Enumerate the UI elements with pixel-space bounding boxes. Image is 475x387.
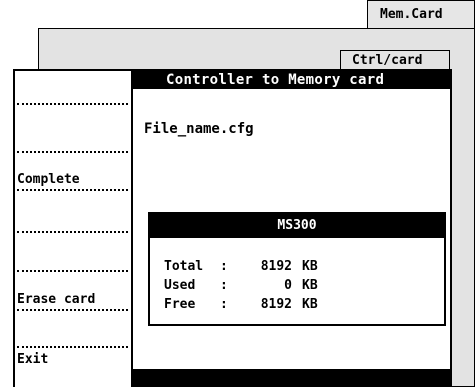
menu-divider [131, 71, 133, 369]
memory-label: Used [164, 278, 196, 293]
menu-item-label [17, 253, 130, 268]
menu-item-label: Complete [17, 172, 80, 187]
menu-item-underline [17, 189, 128, 191]
footer-bar [131, 369, 452, 387]
memory-separator: : [220, 259, 228, 274]
menu-item-label: Exit [17, 352, 49, 367]
file-name: File_name.cfg [144, 121, 254, 137]
menu-item-underline [17, 270, 128, 272]
menu-item-erase-card[interactable]: Erase card [17, 292, 130, 311]
memory-value: 8192 [260, 297, 292, 312]
menu-item-label [17, 86, 130, 101]
memory-label: Total [164, 259, 204, 274]
menu-item-separator [17, 346, 128, 348]
menu-item-label [17, 134, 130, 149]
menu-item-underline [17, 103, 128, 105]
menu-item-exit[interactable]: Exit [17, 352, 130, 367]
memory-label: Free [164, 297, 196, 312]
menu-item-label: Erase card [17, 292, 96, 307]
menu-item-complete[interactable]: Complete [17, 172, 130, 191]
memory-value: 8192 [260, 259, 292, 274]
memory-separator: : [220, 278, 228, 293]
page-title: Controller to Memory card [131, 71, 452, 89]
menu-item-5[interactable] [17, 253, 130, 272]
memory-row-used: Used: 0 KB [164, 278, 332, 293]
memory-unit: KB [302, 278, 318, 293]
menu-item-underline [17, 309, 128, 311]
memory-unit: KB [302, 297, 318, 312]
memory-row-free: Free: 8192 KB [164, 297, 332, 312]
menu-item-label [17, 214, 130, 229]
menu-item-underline [17, 151, 128, 153]
dialog-title: MS300 [150, 214, 444, 238]
tab-mem-card[interactable]: Mem.Card [367, 0, 475, 30]
memory-value: 0 [284, 278, 292, 293]
memory-unit: KB [302, 259, 318, 274]
menu-item-underline [17, 231, 128, 233]
menu-item-2[interactable] [17, 134, 130, 153]
menu-item-1[interactable] [17, 86, 130, 105]
memory-separator: : [220, 297, 228, 312]
menu-item-4[interactable] [17, 214, 130, 233]
memory-row-total: Total: 8192 KB [164, 259, 332, 274]
